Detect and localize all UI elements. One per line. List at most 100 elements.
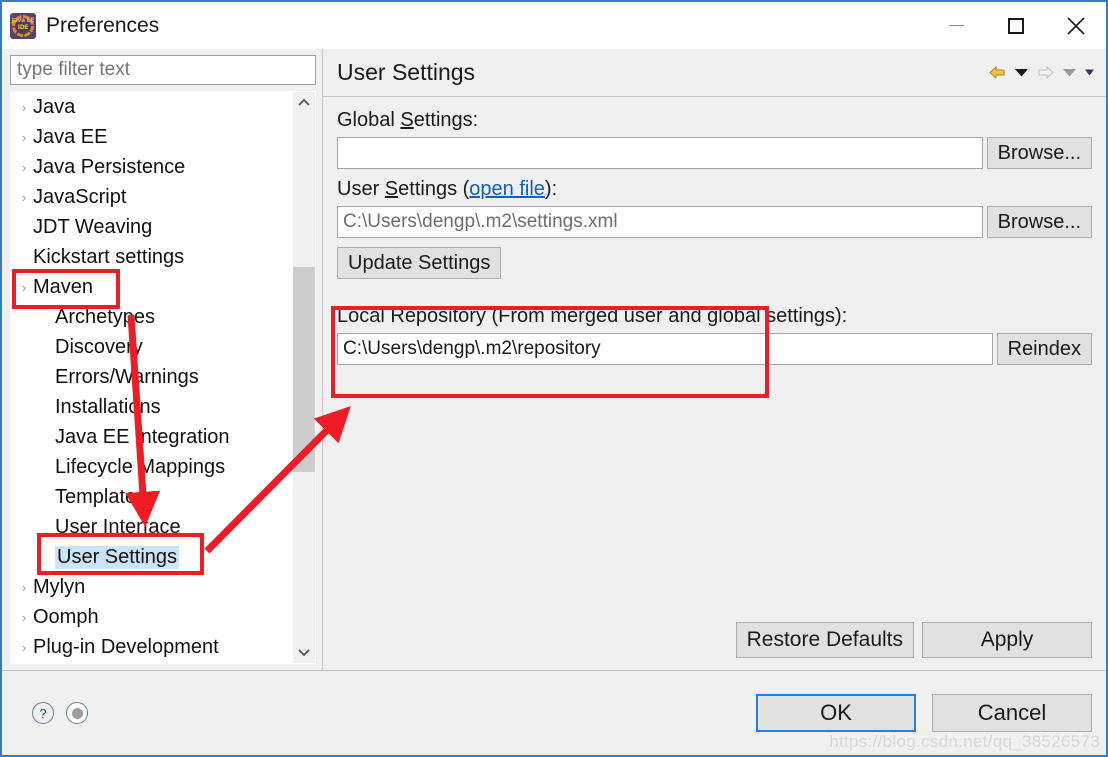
- apply-button[interactable]: Apply: [922, 622, 1092, 658]
- tree-item-label: Maven: [33, 276, 93, 299]
- chevron-right-icon[interactable]: ›: [15, 101, 33, 114]
- chevron-right-icon[interactable]: ›: [15, 161, 33, 174]
- tree-item-label: Java Persistence: [33, 156, 185, 179]
- close-button[interactable]: [1046, 2, 1106, 49]
- user-settings-label-post: ):: [545, 178, 557, 200]
- minimize-icon: [949, 25, 964, 26]
- tree-item-label: JDT Weaving: [33, 216, 152, 239]
- tree-item-user-settings[interactable]: User Settings: [11, 543, 292, 573]
- tree-item-lifecycle-mappings[interactable]: Lifecycle Mappings: [11, 453, 292, 483]
- tree-item-label: Plug-in Development: [33, 636, 219, 659]
- panel-footer: Restore Defaults Apply: [323, 622, 1106, 670]
- cancel-button[interactable]: Cancel: [932, 694, 1092, 732]
- user-settings-label: User Settings (open file):: [337, 178, 1092, 201]
- eclipse-javaee-ide-icon: Java EE IDE: [10, 13, 36, 39]
- maximize-button[interactable]: [986, 2, 1046, 49]
- disc-inner: [72, 708, 83, 719]
- window-controls: [926, 2, 1106, 49]
- chevron-right-icon[interactable]: ›: [15, 131, 33, 144]
- chevron-right-icon[interactable]: ›: [15, 611, 33, 624]
- reindex-button[interactable]: Reindex: [997, 333, 1092, 365]
- scrollbar-thumb[interactable]: [293, 267, 315, 472]
- tree-item-label: Archetypes: [55, 306, 155, 329]
- user-settings-label-mid: ettings (: [398, 178, 469, 200]
- user-settings-row: Browse...: [337, 206, 1092, 238]
- tree-item-mylyn[interactable]: ›Mylyn: [11, 573, 292, 603]
- global-settings-label-pre: Global: [337, 109, 400, 131]
- user-settings-label-pre: User: [337, 178, 385, 200]
- tree-item-kickstart-settings[interactable]: Kickstart settings: [11, 243, 292, 273]
- tree-item-javascript[interactable]: ›JavaScript: [11, 183, 292, 213]
- tree-item-java-ee[interactable]: ›Java EE: [11, 123, 292, 153]
- open-file-link[interactable]: open file: [469, 178, 545, 200]
- filter-input[interactable]: [10, 55, 316, 85]
- settings-panel: User Settings: [322, 49, 1106, 670]
- tree-item-label: Lifecycle Mappings: [55, 456, 225, 479]
- tree-item-java-persistence[interactable]: ›Java Persistence: [11, 153, 292, 183]
- tree-item-label: Java EE: [33, 126, 107, 149]
- dialog-action-buttons: OK Cancel: [756, 694, 1092, 732]
- tree-item-label: Java: [33, 96, 75, 119]
- tree-item-label: Oomph: [33, 606, 99, 629]
- help-icons: ?: [32, 702, 88, 724]
- window-title: Preferences: [46, 14, 159, 38]
- global-settings-browse-button[interactable]: Browse...: [987, 137, 1092, 169]
- app-icon-text: Java EE IDE: [10, 17, 36, 31]
- user-settings-label-mnemonic: S: [385, 178, 398, 200]
- minimize-button[interactable]: [926, 2, 986, 49]
- tree-item-java-ee-integration[interactable]: Java EE Integration: [11, 423, 292, 453]
- back-history-caret-down-icon[interactable]: [1015, 68, 1028, 77]
- more-caret-down-icon[interactable]: [1085, 69, 1094, 76]
- forward-arrow-icon[interactable]: [1037, 65, 1054, 80]
- maximize-icon: [1008, 18, 1024, 34]
- tree-item-label: User Interface: [55, 516, 181, 539]
- tree-item-jdt-weaving[interactable]: JDT Weaving: [11, 213, 292, 243]
- update-settings-button[interactable]: Update Settings: [337, 247, 501, 279]
- forward-history-caret-down-icon[interactable]: [1063, 68, 1076, 77]
- tree-item-label: User Settings: [55, 546, 179, 569]
- update-settings-row: Update Settings: [337, 247, 1092, 279]
- panel-header: User Settings: [323, 49, 1106, 97]
- user-settings-input[interactable]: [337, 206, 983, 238]
- user-settings-browse-button[interactable]: Browse...: [987, 206, 1092, 238]
- watermark: https://blog.csdn.net/qq_38526573: [829, 732, 1100, 752]
- tree-item-label: Templates: [55, 486, 146, 509]
- back-arrow-icon[interactable]: [989, 65, 1006, 80]
- chevron-right-icon[interactable]: ›: [15, 191, 33, 204]
- tree-item-java[interactable]: ›Java: [11, 93, 292, 123]
- tree-item-installations[interactable]: Installations: [11, 393, 292, 423]
- ok-button[interactable]: OK: [756, 694, 916, 732]
- page-title: User Settings: [337, 59, 989, 86]
- tree-item-maven[interactable]: ›Maven: [11, 273, 292, 303]
- title-bar: Java EE IDE Preferences: [2, 2, 1106, 49]
- tree-item-label: Mylyn: [33, 576, 85, 599]
- tree-item-label: JavaScript: [33, 186, 126, 209]
- global-settings-label-mnemonic: S: [400, 109, 413, 131]
- tree-item-label: Errors/Warnings: [55, 366, 199, 389]
- tree-item-oomph[interactable]: ›Oomph: [11, 603, 292, 633]
- tree-scrollbar[interactable]: [292, 92, 315, 663]
- dialog-body: ›Java›Java EE›Java Persistence›JavaScrip…: [2, 49, 1106, 670]
- panel-content: Global Settings: Browse... User Settings…: [323, 97, 1106, 622]
- chevron-right-icon[interactable]: ›: [15, 581, 33, 594]
- tree-item-label: Java EE Integration: [55, 426, 230, 449]
- tree-item-discovery[interactable]: Discovery: [11, 333, 292, 363]
- global-settings-row: Browse...: [337, 137, 1092, 169]
- chevron-right-icon[interactable]: ›: [15, 641, 33, 654]
- sidebar: ›Java›Java EE›Java Persistence›JavaScrip…: [2, 49, 322, 670]
- tree-item-label: Discovery: [55, 336, 143, 359]
- tree-item-templates[interactable]: Templates: [11, 483, 292, 513]
- tree-item-user-interface[interactable]: User Interface: [11, 513, 292, 543]
- local-repository-input[interactable]: [337, 333, 993, 365]
- restore-defaults-button[interactable]: Restore Defaults: [736, 622, 914, 658]
- tree-item-errors-warnings[interactable]: Errors/Warnings: [11, 363, 292, 393]
- question-mark-icon[interactable]: ?: [32, 702, 54, 724]
- tree-item-archetypes[interactable]: Archetypes: [11, 303, 292, 333]
- global-settings-input[interactable]: [337, 137, 983, 169]
- disc-icon[interactable]: [66, 702, 88, 724]
- scroll-up-button[interactable]: [293, 92, 315, 114]
- preferences-tree[interactable]: ›Java›Java EE›Java Persistence›JavaScrip…: [11, 92, 292, 663]
- scroll-down-button[interactable]: [293, 641, 315, 663]
- tree-item-plug-in-development[interactable]: ›Plug-in Development: [11, 633, 292, 663]
- chevron-right-icon[interactable]: ›: [15, 281, 33, 294]
